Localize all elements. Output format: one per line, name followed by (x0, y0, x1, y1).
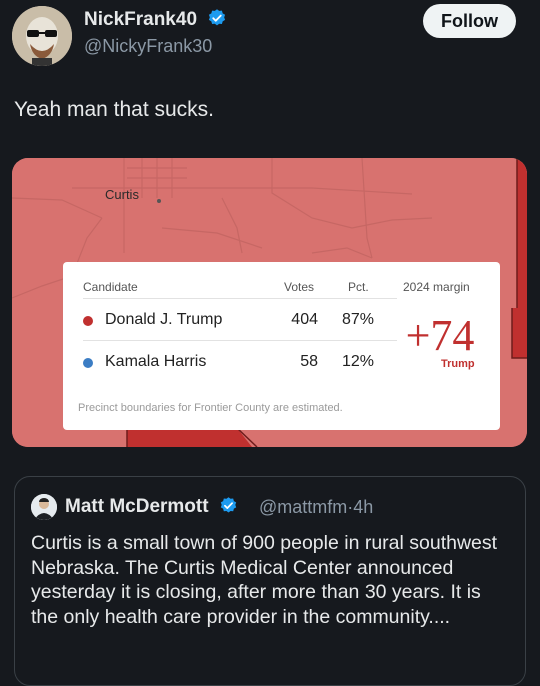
display-name-text[interactable]: NickFrank40 (84, 9, 197, 30)
vote-count: 58 (300, 353, 318, 370)
quoted-meta: @mattmfm·4h (259, 497, 373, 518)
quoted-display-name-text[interactable]: Matt McDermott (65, 496, 209, 517)
handle[interactable]: @NickyFrank30 (84, 36, 212, 57)
divider (83, 340, 397, 341)
margin-winner: Trump (441, 358, 475, 370)
town-label: Curtis (105, 187, 139, 202)
divider (83, 298, 397, 299)
footnote: Precinct boundaries for Frontier County … (78, 402, 343, 414)
vote-count: 404 (291, 311, 318, 328)
candidate-name: Donald J. Trump (105, 311, 223, 328)
follow-button[interactable]: Follow (423, 4, 516, 38)
candidate-name: Kamala Harris (105, 353, 207, 370)
vote-pct: 12% (341, 353, 374, 370)
trump-color-dot (83, 316, 93, 326)
quoted-avatar-image (31, 494, 57, 520)
quoted-handle[interactable]: @mattmfm (259, 497, 347, 517)
vote-pct: 87% (341, 311, 374, 328)
avatar-image (12, 6, 72, 66)
display-name[interactable]: NickFrank40 (84, 8, 227, 34)
verified-badge-icon (219, 496, 238, 521)
results-table: Candidate Votes Pct. 2024 margin Donald … (63, 262, 500, 430)
header-votes: Votes (284, 280, 315, 294)
verified-badge-icon (207, 8, 227, 34)
margin-value: +74 (405, 311, 475, 360)
quoted-timestamp[interactable]: 4h (353, 497, 373, 517)
quoted-tweet[interactable]: Matt McDermott @mattmfm·4h Curtis is a s… (14, 476, 526, 686)
quoted-avatar[interactable] (31, 494, 57, 520)
header-candidate: Candidate (83, 280, 138, 294)
header-margin: 2024 margin (403, 280, 470, 294)
quoted-text: Curtis is a small town of 900 people in … (31, 532, 498, 628)
tweet-text: Yeah man that sucks. (14, 98, 215, 121)
quoted-display-name[interactable]: Matt McDermott (65, 496, 238, 521)
harris-color-dot (83, 358, 93, 368)
avatar[interactable] (12, 6, 72, 66)
header-pct: Pct. (348, 280, 369, 294)
map-image[interactable]: Curtis Candidate Votes Pct. 2024 margin … (12, 158, 527, 447)
